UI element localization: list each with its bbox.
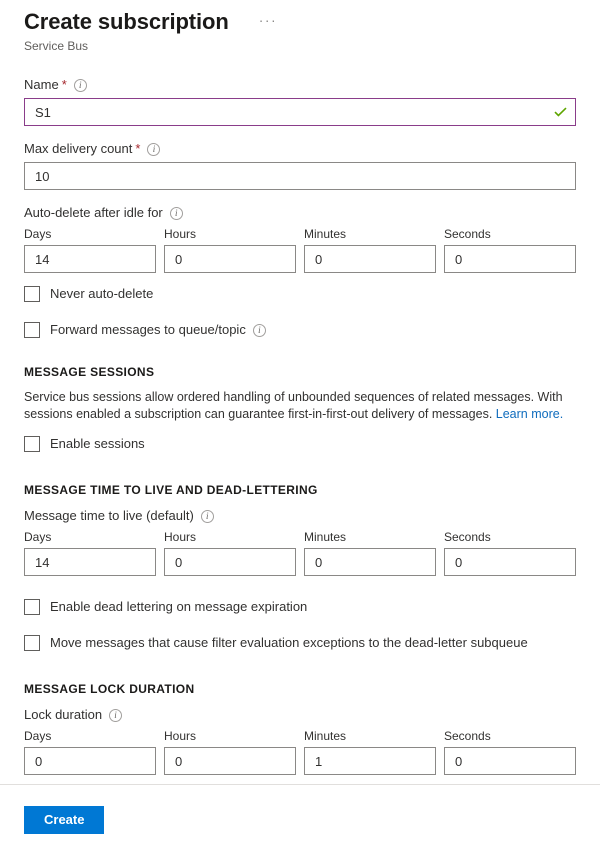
- move-filter-exceptions-label: Move messages that cause filter evaluati…: [50, 634, 528, 652]
- lock-duration-seconds-col: Seconds: [444, 728, 576, 775]
- lock-duration-hours-input[interactable]: [164, 747, 296, 775]
- auto-delete-minutes-col: Minutes: [304, 226, 436, 273]
- name-required-asterisk: *: [62, 76, 67, 94]
- lock-duration-group: Lock duration i Days Hours Minutes Secon…: [24, 706, 576, 775]
- max-delivery-count-input[interactable]: [24, 162, 576, 190]
- ttl-hours-label: Hours: [164, 529, 296, 545]
- forward-messages-label: Forward messages to queue/topic: [50, 321, 246, 339]
- lock-duration-days-col: Days: [24, 728, 156, 775]
- lock-duration-info-icon[interactable]: i: [109, 709, 122, 722]
- lock-duration-hours-label: Hours: [164, 728, 296, 744]
- ttl-seconds-input[interactable]: [444, 548, 576, 576]
- ttl-seconds-col: Seconds: [444, 529, 576, 576]
- auto-delete-hours-input[interactable]: [164, 245, 296, 273]
- max-delivery-count-info-icon[interactable]: i: [147, 143, 160, 156]
- page-title: Create subscription: [24, 8, 229, 36]
- auto-delete-hours-label: Hours: [164, 226, 296, 242]
- ttl-days-label: Days: [24, 529, 156, 545]
- auto-delete-days-label: Days: [24, 226, 156, 242]
- create-button[interactable]: Create: [24, 806, 104, 834]
- lock-duration-days-label: Days: [24, 728, 156, 744]
- move-filter-exceptions-checkbox-row[interactable]: Move messages that cause filter evaluati…: [24, 634, 576, 652]
- move-filter-exceptions-checkbox[interactable]: [24, 635, 40, 651]
- auto-delete-label-text: Auto-delete after idle for: [24, 204, 163, 222]
- max-delivery-count-label-text: Max delivery count: [24, 140, 132, 158]
- auto-delete-seconds-input[interactable]: [444, 245, 576, 273]
- name-field-group: Name * i: [24, 76, 576, 126]
- forward-messages-checkbox[interactable]: [24, 322, 40, 338]
- auto-delete-days-input[interactable]: [24, 245, 156, 273]
- enable-sessions-label: Enable sessions: [50, 435, 145, 453]
- auto-delete-label: Auto-delete after idle for i: [24, 204, 576, 222]
- auto-delete-days-col: Days: [24, 226, 156, 273]
- lock-duration-minutes-label: Minutes: [304, 728, 436, 744]
- name-label-text: Name: [24, 76, 59, 94]
- lock-duration-seconds-input[interactable]: [444, 747, 576, 775]
- name-label: Name * i: [24, 76, 576, 94]
- ttl-minutes-label: Minutes: [304, 529, 436, 545]
- lock-duration-time-grid: Days Hours Minutes Seconds: [24, 728, 576, 775]
- auto-delete-info-icon[interactable]: i: [170, 207, 183, 220]
- enable-dead-lettering-checkbox-row[interactable]: Enable dead lettering on message expirat…: [24, 598, 576, 616]
- lock-duration-days-input[interactable]: [24, 747, 156, 775]
- ttl-hours-col: Hours: [164, 529, 296, 576]
- max-delivery-count-required-asterisk: *: [135, 140, 140, 158]
- max-delivery-count-group: Max delivery count * i: [24, 140, 576, 190]
- message-sessions-description: Service bus sessions allow ordered handl…: [24, 389, 576, 423]
- create-subscription-blade: Create subscription ··· Service Bus Name…: [0, 0, 600, 850]
- enable-dead-lettering-label: Enable dead lettering on message expirat…: [50, 598, 307, 616]
- enable-dead-lettering-checkbox[interactable]: [24, 599, 40, 615]
- enable-sessions-checkbox-row[interactable]: Enable sessions: [24, 435, 576, 453]
- more-options-icon[interactable]: ···: [255, 11, 282, 33]
- lock-duration-heading: MESSAGE LOCK DURATION: [24, 682, 576, 696]
- never-auto-delete-checkbox-row[interactable]: Never auto-delete: [24, 285, 576, 303]
- ttl-label: Message time to live (default) i: [24, 507, 576, 525]
- auto-delete-group: Auto-delete after idle for i Days Hours …: [24, 204, 576, 339]
- auto-delete-hours-col: Hours: [164, 226, 296, 273]
- message-sessions-description-text: Service bus sessions allow ordered handl…: [24, 390, 563, 421]
- ttl-info-icon[interactable]: i: [201, 510, 214, 523]
- ttl-seconds-label: Seconds: [444, 529, 576, 545]
- never-auto-delete-label: Never auto-delete: [50, 285, 153, 303]
- ttl-days-input[interactable]: [24, 548, 156, 576]
- lock-duration-seconds-label: Seconds: [444, 728, 576, 744]
- auto-delete-seconds-label: Seconds: [444, 226, 576, 242]
- name-info-icon[interactable]: i: [74, 79, 87, 92]
- ttl-days-col: Days: [24, 529, 156, 576]
- ttl-hours-input[interactable]: [164, 548, 296, 576]
- auto-delete-minutes-label: Minutes: [304, 226, 436, 242]
- lock-duration-minutes-input[interactable]: [304, 747, 436, 775]
- blade-header: Create subscription ··· Service Bus: [0, 0, 600, 54]
- max-delivery-count-label: Max delivery count * i: [24, 140, 576, 158]
- message-sessions-learn-more-link[interactable]: Learn more.: [496, 407, 563, 421]
- forward-messages-checkbox-row[interactable]: Forward messages to queue/topic i: [24, 321, 576, 339]
- lock-duration-hours-col: Hours: [164, 728, 296, 775]
- subscription-form: Name * i Max delivery count * i A: [0, 76, 600, 775]
- page-subtitle: Service Bus: [24, 38, 576, 54]
- forward-messages-info-icon[interactable]: i: [253, 324, 266, 337]
- message-sessions-heading: MESSAGE SESSIONS: [24, 365, 576, 379]
- title-row: Create subscription ···: [24, 8, 576, 36]
- blade-footer: Create: [0, 785, 600, 834]
- enable-sessions-checkbox[interactable]: [24, 436, 40, 452]
- ttl-dead-lettering-heading: MESSAGE TIME TO LIVE AND DEAD-LETTERING: [24, 483, 576, 497]
- name-input[interactable]: [24, 98, 576, 126]
- lock-duration-minutes-col: Minutes: [304, 728, 436, 775]
- ttl-group: Message time to live (default) i Days Ho…: [24, 507, 576, 652]
- auto-delete-minutes-input[interactable]: [304, 245, 436, 273]
- ttl-minutes-col: Minutes: [304, 529, 436, 576]
- lock-duration-label: Lock duration i: [24, 706, 576, 724]
- never-auto-delete-checkbox[interactable]: [24, 286, 40, 302]
- name-input-wrap: [24, 98, 576, 126]
- ttl-label-text: Message time to live (default): [24, 507, 194, 525]
- ttl-time-grid: Days Hours Minutes Seconds: [24, 529, 576, 576]
- auto-delete-seconds-col: Seconds: [444, 226, 576, 273]
- lock-duration-label-text: Lock duration: [24, 706, 102, 724]
- ttl-minutes-input[interactable]: [304, 548, 436, 576]
- auto-delete-time-grid: Days Hours Minutes Seconds: [24, 226, 576, 273]
